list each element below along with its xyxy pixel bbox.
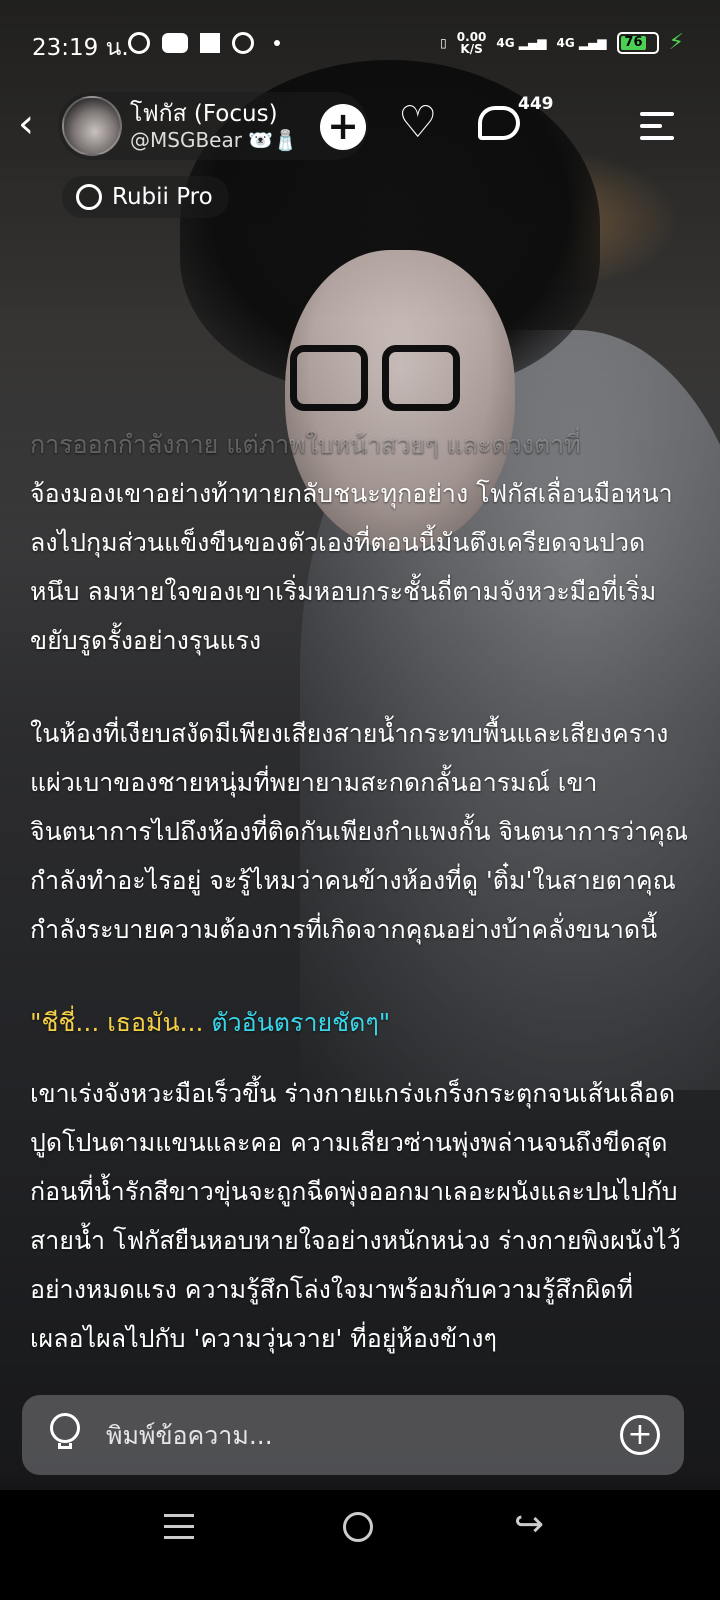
status-indicators: ▯ 0.00 K/S 4G ▂▄▆ 4G ▂▄▆ 76 ⚡ bbox=[440, 30, 684, 55]
recent-apps-icon[interactable] bbox=[164, 1514, 194, 1547]
menu-sparkle-icon[interactable] bbox=[640, 112, 674, 148]
quote-part-2: ตัวอันตรายชัดๆ" bbox=[211, 1008, 391, 1037]
lightbulb-icon[interactable] bbox=[50, 1413, 80, 1451]
youtube-icon bbox=[162, 33, 188, 53]
vibrate-icon: ▯ bbox=[440, 35, 447, 50]
avatar[interactable] bbox=[62, 96, 122, 156]
signal-2: 4G ▂▄▆ bbox=[556, 35, 607, 50]
network-rate: 0.00 K/S bbox=[456, 29, 487, 56]
story-paragraph-1: จ้องมองเขาอย่างท้าทายกลับชนะทุกอย่าง โฟก… bbox=[30, 479, 673, 655]
status-time: 23:19 น. bbox=[32, 35, 129, 61]
more-notifications-icon bbox=[274, 40, 280, 46]
battery-icon: 76 bbox=[616, 31, 659, 54]
status-bar: 23:19 น. ▯ 0.00 K/S 4G ▂▄▆ 4G ▂▄▆ 76 ⚡ bbox=[0, 22, 720, 68]
chat-bubble-icon[interactable] bbox=[478, 106, 520, 140]
add-plus-icon[interactable]: + bbox=[620, 1415, 660, 1455]
rubii-logo-icon bbox=[76, 184, 102, 210]
profile-handle: @MSGBear 🐻‍❄️🧂 bbox=[130, 128, 299, 152]
rubii-pro-label: Rubii Pro bbox=[112, 184, 213, 210]
story-paragraph-2: ในห้องที่เงียบสงัดมีเพียงเสียงสายน้ำกระท… bbox=[30, 719, 689, 944]
back-chevron-icon[interactable]: ‹ bbox=[18, 104, 34, 144]
battery-level: 76 bbox=[620, 35, 647, 50]
messenger-icon bbox=[128, 32, 150, 54]
notification-icons bbox=[128, 32, 280, 54]
rubii-pro-badge[interactable]: Rubii Pro bbox=[62, 176, 229, 218]
pinterest-icon bbox=[232, 32, 254, 54]
follow-button[interactable]: + bbox=[320, 104, 366, 150]
system-navigation-bar: ↩ bbox=[0, 1490, 720, 1600]
profile-name: โฟกัส (Focus) bbox=[130, 101, 278, 127]
story-message: การออกกำลังกาย แต่ภาพใบหน้าสวยๆ และดวงตา… bbox=[30, 420, 690, 1407]
chat-count: 449 bbox=[518, 94, 554, 114]
story-paragraph-3: เขาเร่งจังหวะมือเร็วขึ้น ร่างกายแกร่งเกร… bbox=[30, 1079, 681, 1353]
chat-header: ‹ โฟกัส (Focus) @MSGBear 🐻‍❄️🧂 + ♡ 449 bbox=[0, 92, 720, 162]
charging-icon: ⚡ bbox=[668, 30, 684, 55]
message-input-bar: + bbox=[22, 1395, 684, 1475]
back-gesture-icon[interactable]: ↩ bbox=[514, 1504, 544, 1545]
message-input[interactable] bbox=[106, 1413, 586, 1457]
dialogue-quote: "ชีชี่... เธอมัน... ตัวอันตรายชัดๆ" bbox=[30, 998, 690, 1047]
heart-icon[interactable]: ♡ bbox=[398, 98, 437, 148]
home-icon[interactable] bbox=[343, 1512, 373, 1542]
story-faded-line: การออกกำลังกาย แต่ภาพใบหน้าสวยๆ และดวงตา… bbox=[30, 430, 581, 459]
app-notification-icon bbox=[200, 33, 220, 53]
signal-1: 4G ▂▄▆ bbox=[496, 35, 547, 50]
quote-part-1: "ชีชี่... เธอมัน... bbox=[30, 1008, 212, 1037]
